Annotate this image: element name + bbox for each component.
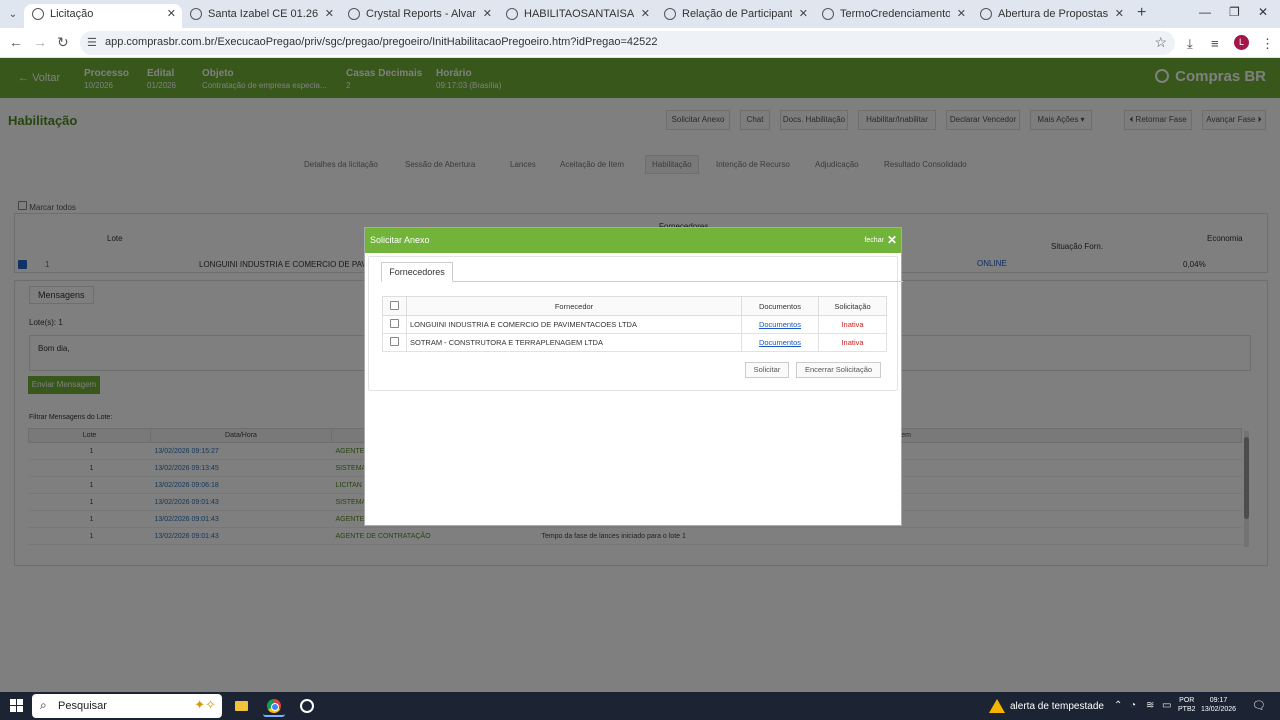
solicitar-anexo-modal: Solicitar Anexo fechar ✕ Fornecedores For… [364,227,903,526]
maximize-icon[interactable]: ❐ [1229,5,1240,19]
row-checkbox[interactable] [390,337,399,346]
documentos-cell: Documentos [741,333,819,352]
browser-tab[interactable]: TermoCredenciamento.pdf (13) ✕ [814,4,972,28]
sparkle-icon: ✦✧ [194,697,216,712]
encerrar-solicitacao-button[interactable]: Encerrar Solicitação [796,362,881,378]
fornecedor-name: LONGUINI INDUSTRIA E COMERCIO DE PAVIMEN… [406,315,742,334]
new-tab-icon[interactable]: + [1137,4,1146,22]
fornecedores-tab[interactable]: Fornecedores [381,262,453,282]
close-tab-icon[interactable]: ✕ [483,4,492,24]
solicitar-button[interactable]: Solicitar [745,362,789,378]
select-all-checkbox[interactable] [390,300,399,310]
globe-icon [980,8,992,20]
taskbar-search[interactable]: ⌕ Pesquisar ✦✧ [32,694,222,718]
col-solicitacao: Solicitação [818,296,887,316]
col-fornecedor: Fornecedor [406,296,742,316]
folder-icon [235,701,248,711]
solicitacao-cell: Inativa [818,333,887,352]
bookmark-star-icon[interactable]: ☆ [1154,34,1167,51]
media-control-icon[interactable]: ≡ [1211,36,1219,51]
tray-chevron-icon[interactable]: ⌃ [1114,700,1122,711]
tab-divider [381,281,903,282]
url-bar[interactable]: ☰ app.comprasbr.com.br/ExecucaoPregao/pr… [80,31,1175,55]
forward-arrow-icon[interactable]: → [33,34,47,50]
col-documentos: Documentos [741,296,819,316]
chrome-app[interactable] [263,695,285,717]
search-icon: ⌕ [40,698,47,712]
url-text: app.comprasbr.com.br/ExecucaoPregao/priv… [105,36,658,48]
windows-start-icon[interactable] [10,699,23,712]
solicitacao-status: Inativa [841,338,864,347]
globe-icon [506,8,518,20]
chrome-icon [267,699,281,713]
globe-icon [822,8,834,20]
browser-tab[interactable]: Licitação ✕ [24,4,182,28]
close-window-icon[interactable]: ✕ [1258,5,1268,19]
modal-close-button[interactable]: fechar ✕ [864,233,897,247]
close-tab-icon[interactable]: ✕ [325,4,334,24]
close-tab-icon[interactable]: ✕ [1115,4,1124,24]
warning-icon[interactable] [989,699,1005,713]
app-icon [300,699,314,713]
close-icon[interactable]: ✕ [887,233,897,247]
modal-header: Solicitar Anexo fechar ✕ [365,228,901,253]
row-checkbox-cell [382,333,407,352]
search-placeholder: Pesquisar [58,700,107,712]
table-row: SOTRAM - CONSTRUTORA E TERRAPLENAGEM LTD… [382,333,887,352]
documentos-link[interactable]: Documentos [759,320,801,329]
browser-tab[interactable]: Crystal Reports - AlvaraLocaliz ✕ [340,4,498,28]
modal-title: Solicitar Anexo [370,235,430,245]
tab-search-icon[interactable]: ⌄ [4,5,22,23]
select-all-cell [382,296,407,316]
browser-tab[interactable]: Relação de Participantes (7).pdf ✕ [656,4,814,28]
profile-avatar[interactable]: L [1234,35,1249,50]
browser-tab[interactable]: Santa Izabel CE 01.26.xlsx ✕ [182,4,340,28]
download-icon[interactable]: ⤓ [1187,36,1193,52]
globe-icon [664,8,676,20]
close-tab-icon[interactable]: ✕ [799,4,808,24]
tray-app-icon[interactable]: ◔ [1130,700,1136,711]
globe-icon [348,8,360,20]
system-clock[interactable]: 09:17 13/02/2026 [1201,696,1236,714]
browser-tabstrip: ⌄ Licitação ✕ Santa Izabel CE 01.26.xlsx… [0,0,1280,28]
solicitacao-cell: Inativa [818,315,887,334]
site-info-icon[interactable]: ☰ [87,36,97,49]
browser-menu-icon[interactable]: ⋮ [1261,36,1274,52]
table-row: LONGUINI INDUSTRIA E COMERCIO DE PAVIMEN… [382,315,887,334]
close-tab-icon[interactable]: ✕ [957,4,966,24]
close-tab-icon[interactable]: ✕ [167,4,176,24]
close-tab-icon[interactable]: ✕ [641,4,650,24]
display-icon[interactable]: ▭ [1162,700,1171,711]
file-explorer-app[interactable] [230,695,252,717]
reload-icon[interactable]: ↻ [57,34,69,51]
minimize-icon[interactable]: — [1199,5,1211,19]
address-toolbar: ← → ↻ ☰ app.comprasbr.com.br/ExecucaoPre… [0,28,1280,58]
wifi-off-icon[interactable]: ≋ [1146,700,1154,711]
fornecedor-name: SOTRAM - CONSTRUTORA E TERRAPLENAGEM LTD… [406,333,742,352]
documentos-cell: Documentos [741,315,819,334]
taskbar-app[interactable] [296,695,318,717]
row-checkbox-cell [382,315,407,334]
browser-tab[interactable]: HABILITAOSANTAISABELDOIV ✕ [498,4,656,28]
row-checkbox[interactable] [390,319,399,328]
back-arrow-icon[interactable]: ← [9,34,23,50]
input-language[interactable]: POR PTB2 [1178,696,1196,714]
browser-tab[interactable]: Abertura de Propostas (10).pdf ✕ [972,4,1130,28]
fornecedores-table: Fornecedor Documentos Solicitação LONGUI… [382,296,887,352]
os-taskbar: ⌕ Pesquisar ✦✧ alerta de tempestade ⌃ ◔ … [0,692,1280,720]
solicitacao-status: Inativa [841,320,864,329]
weather-alert[interactable]: alerta de tempestade [1010,701,1104,712]
documentos-link[interactable]: Documentos [759,338,801,347]
globe-icon [190,8,202,20]
globe-icon [32,8,44,20]
notification-icon[interactable]: 🗨 [1252,699,1266,712]
